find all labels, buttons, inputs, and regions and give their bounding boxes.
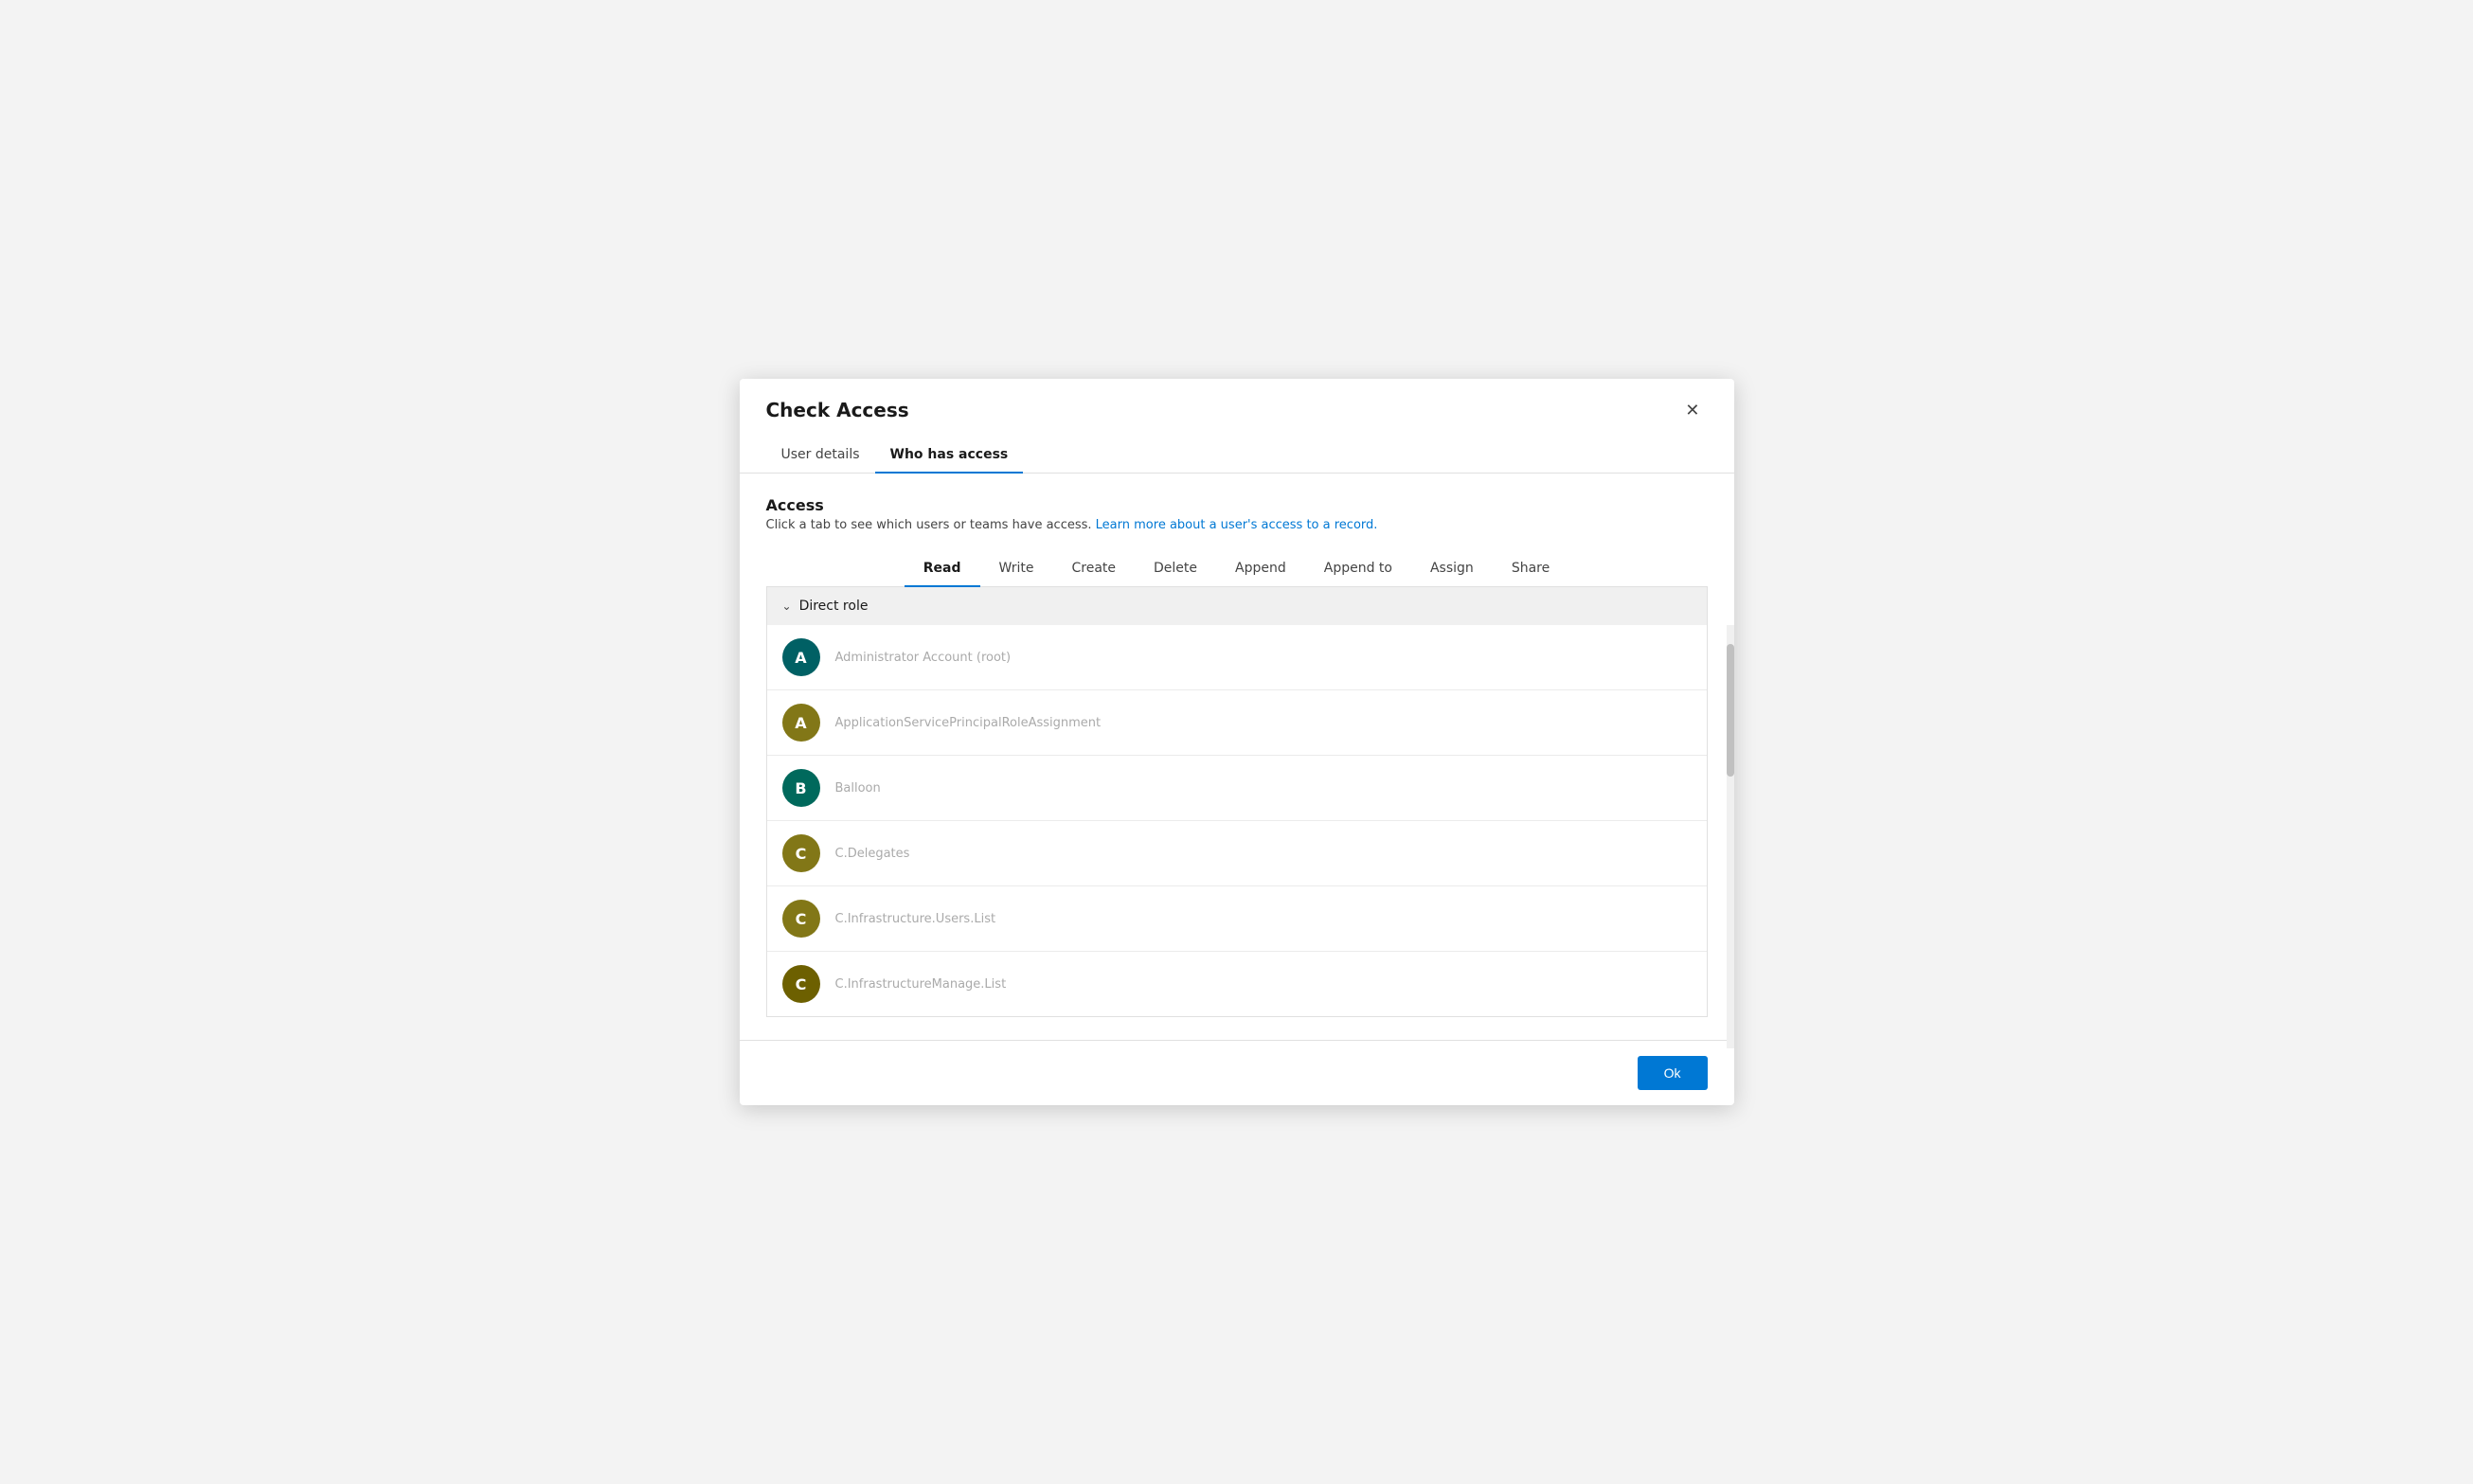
user-row: A ApplicationServicePrincipalRoleAssignm… [767,690,1707,756]
perm-tab-append[interactable]: Append [1216,551,1305,587]
chevron-icon: ⌄ [782,599,792,613]
user-name: Administrator Account (root) [835,651,1012,665]
close-button[interactable]: ✕ [1677,398,1707,422]
dialog-body: Access Click a tab to see which users or… [740,474,1734,1040]
user-name: C.Delegates [835,847,910,861]
user-row: C C.Infrastructure.Users.List [767,886,1707,952]
perm-tab-create[interactable]: Create [1052,551,1135,587]
tab-who-has-access[interactable]: Who has access [875,438,1024,474]
access-title: Access [766,496,1708,514]
scrollbar-thumb[interactable] [1727,644,1734,777]
perm-tab-assign[interactable]: Assign [1411,551,1493,587]
avatar: A [782,704,820,742]
avatar: C [782,834,820,872]
user-row: C C.Delegates [767,821,1707,886]
check-access-dialog: Check Access ✕ User details Who has acce… [740,379,1734,1105]
permission-tabs: Read Write Create Delete Append Append t… [766,551,1708,587]
user-name: C.InfrastructureManage.List [835,977,1007,992]
dialog-header: Check Access ✕ [740,379,1734,422]
perm-tab-append-to[interactable]: Append to [1305,551,1411,587]
perm-tab-share[interactable]: Share [1493,551,1568,587]
main-tabs: User details Who has access [740,438,1734,474]
perm-tab-delete[interactable]: Delete [1135,551,1216,587]
tab-user-details[interactable]: User details [766,438,875,474]
user-row: B Balloon [767,756,1707,821]
perm-tab-read[interactable]: Read [905,551,980,587]
access-description: Click a tab to see which users or teams … [766,518,1708,532]
dialog-title: Check Access [766,399,909,421]
ok-button[interactable]: Ok [1638,1056,1708,1090]
direct-role-section-header[interactable]: ⌄ Direct role [767,587,1707,625]
direct-role-label: Direct role [799,599,869,614]
user-name: ApplicationServicePrincipalRoleAssignmen… [835,716,1102,730]
user-row: A Administrator Account (root) [767,625,1707,690]
dialog-footer: Ok [740,1040,1734,1105]
scrollbar-track [1727,625,1734,1048]
content-area: ⌄ Direct role A Administrator Account (r… [766,587,1708,1017]
user-name: C.Infrastructure.Users.List [835,912,996,926]
avatar: A [782,638,820,676]
user-row: C C.InfrastructureManage.List [767,952,1707,1016]
avatar: C [782,965,820,1003]
perm-tab-write[interactable]: Write [980,551,1053,587]
avatar: B [782,769,820,807]
avatar: C [782,900,820,938]
user-name: Balloon [835,781,881,796]
learn-more-link[interactable]: Learn more about a user's access to a re… [1096,518,1378,532]
